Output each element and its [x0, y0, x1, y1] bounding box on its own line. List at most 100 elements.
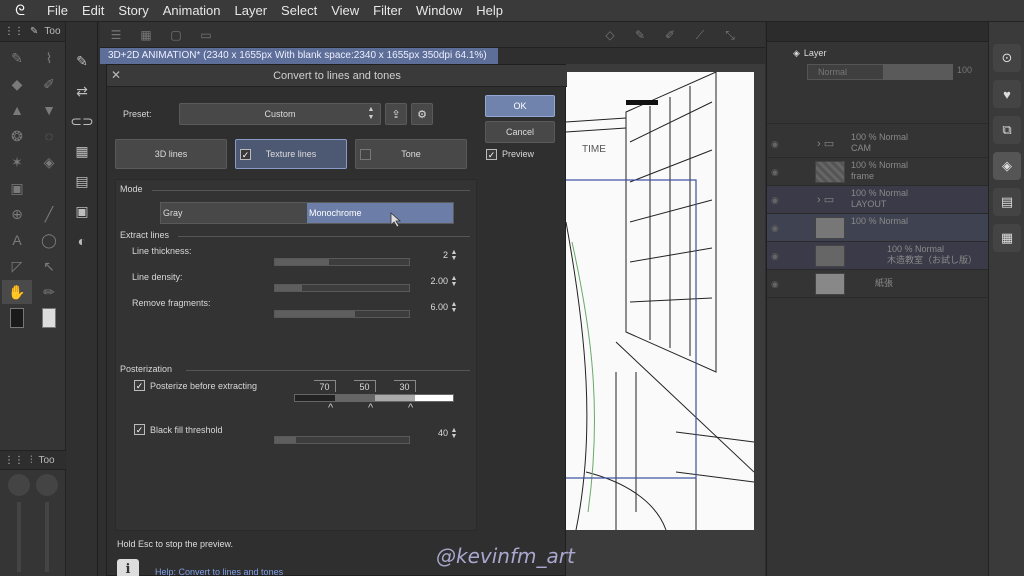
eraser-tool-icon[interactable]: ◆	[2, 72, 32, 96]
snap-icon[interactable]: ⤡	[720, 26, 740, 44]
menu-help[interactable]: Help	[469, 0, 510, 22]
menu-file[interactable]: File	[40, 0, 75, 22]
tab-tone[interactable]: Tone	[355, 139, 467, 169]
eye-icon[interactable]: ◉	[771, 167, 785, 177]
menu-layer[interactable]: Layer	[228, 0, 275, 22]
line-thickness-value[interactable]: 2	[418, 250, 448, 260]
line-density-value[interactable]: 2.00	[418, 276, 448, 286]
navigator-icon[interactable]: ⊙	[993, 44, 1021, 72]
grid-icon[interactable]: ▦	[136, 26, 156, 44]
brush-tool-icon[interactable]: ✐	[34, 72, 64, 96]
eyedropper-tool-icon[interactable]: ⌇	[34, 46, 64, 70]
save-preset-icon[interactable]: ⇪	[385, 103, 407, 125]
gradient-tool-icon[interactable]: ▣	[2, 176, 32, 200]
frame-icon[interactable]: ▣	[66, 196, 98, 226]
mode-gray-option[interactable]: Gray	[161, 203, 307, 223]
open-icon[interactable]: ▭	[196, 26, 216, 44]
grip-icon[interactable]: ⋮⋮	[4, 22, 24, 41]
adjust-icon[interactable]: ⇄	[66, 76, 98, 106]
size-slider[interactable]	[17, 502, 21, 572]
eye-icon[interactable]: ◉	[771, 195, 785, 205]
tone-checkbox[interactable]	[360, 149, 371, 160]
drops-icon[interactable]: ◐	[66, 226, 98, 256]
help-link[interactable]: Help: Convert to lines and tones	[155, 567, 283, 576]
remove-fragments-value[interactable]: 6.00	[418, 302, 448, 312]
ruler-icon[interactable]: ⟋	[690, 26, 710, 44]
app-logo-icon[interactable]: ᘓ	[0, 0, 40, 22]
black-fill-spin-icon[interactable]: ▲ ▼	[450, 427, 458, 440]
level-70[interactable]: 70	[314, 380, 336, 392]
eye-icon[interactable]: ◉	[771, 223, 785, 233]
remove-fragments-slider[interactable]	[274, 310, 410, 318]
level-50[interactable]: 50	[354, 380, 376, 392]
main-color-swatch[interactable]	[2, 306, 32, 330]
close-icon[interactable]: ✕	[111, 68, 125, 82]
zoom-tool-icon[interactable]: ⊕	[2, 202, 32, 226]
layer-icon[interactable]: ▦	[66, 136, 98, 166]
document-tab[interactable]: 3D+2D ANIMATION* (2340 x 1655px With bla…	[100, 48, 498, 64]
preview-checkbox[interactable]: ✓	[486, 149, 497, 160]
layer-opacity-slider[interactable]	[883, 64, 953, 80]
preset-settings-icon[interactable]: ⚙	[411, 103, 433, 125]
eye-icon[interactable]: ◉	[771, 251, 785, 261]
layer-tab[interactable]: ◈ Layer	[789, 44, 830, 62]
layer-row-3d[interactable]: ◉ 100 % Normal 木造教室（お試し版）	[767, 242, 989, 270]
ok-button[interactable]: OK	[485, 95, 555, 117]
menu-filter[interactable]: Filter	[366, 0, 409, 22]
menu-edit[interactable]: Edit	[75, 0, 111, 22]
line-density-spin-icon[interactable]: ▲ ▼	[450, 275, 458, 288]
operation-tool-icon[interactable]: ✏	[34, 280, 64, 304]
cancel-button[interactable]: Cancel	[485, 121, 555, 143]
airbrush-tool-icon[interactable]: ▼	[34, 98, 64, 122]
folder-icon[interactable]: › ▭	[817, 137, 834, 150]
pen-tool-icon[interactable]: ✎	[2, 46, 32, 70]
select-arrow-icon[interactable]: ↖	[34, 254, 64, 278]
grid-icon[interactable]: ▤	[66, 166, 98, 196]
eye-icon[interactable]: ◉	[771, 139, 785, 149]
transform-icon[interactable]: ◇	[600, 26, 620, 44]
sliders-icon[interactable]: ⫶	[30, 451, 33, 469]
layer-row-selected[interactable]: ◉ 100 % Normal	[767, 214, 989, 242]
line-thickness-slider[interactable]	[274, 258, 410, 266]
pen-settings-icon[interactable]: ✎	[66, 46, 98, 76]
balloon-tool-icon[interactable]: ◯	[34, 228, 64, 252]
sub-color-swatch[interactable]	[34, 306, 64, 330]
level-30[interactable]: 30	[394, 380, 416, 392]
new-icon[interactable]: ▢	[166, 26, 186, 44]
pen-icon[interactable]: ✎	[630, 26, 650, 44]
tool-tab-label[interactable]: Too	[44, 22, 60, 41]
layer-row-paper[interactable]: ◉ 紙張	[767, 270, 989, 298]
layers-icon[interactable]: ◈	[993, 152, 1021, 180]
posterize-level-bar[interactable]	[294, 394, 454, 402]
lasso-tool-icon[interactable]: ◌	[34, 124, 64, 148]
texture-lines-checkbox[interactable]: ✓	[240, 149, 251, 160]
black-fill-value[interactable]: 40	[418, 428, 448, 438]
hand-tool-icon[interactable]: ✋	[2, 280, 32, 304]
preset-select[interactable]: Custom ▲ ▼	[179, 103, 381, 125]
mode-monochrome-option[interactable]: Monochrome	[307, 203, 453, 223]
link-icon[interactable]: ⊂⊃	[66, 106, 98, 136]
pen-tab-icon[interactable]: ✎	[30, 22, 38, 41]
menu-story[interactable]: Story	[111, 0, 155, 22]
brush-size-button[interactable]	[8, 474, 30, 496]
blend-tool-icon[interactable]: ❂	[2, 124, 32, 148]
sub-tool-tab-label[interactable]: Too	[39, 451, 55, 469]
layer-row-cam[interactable]: ◉ › ▭ 100 % Normal CAM	[767, 130, 989, 158]
color-set-icon[interactable]: ♥	[993, 80, 1021, 108]
tab-3d-lines[interactable]: 3D lines	[115, 139, 227, 169]
line-tool-icon[interactable]: ╱	[34, 202, 64, 226]
remove-fragments-spin-icon[interactable]: ▲ ▼	[450, 301, 458, 314]
canvas-preview[interactable]: TIME	[566, 72, 754, 530]
black-fill-slider[interactable]	[274, 436, 410, 444]
posterize-checkbox[interactable]: ✓	[134, 380, 145, 391]
brush-size-button[interactable]	[36, 474, 58, 496]
menu-select[interactable]: Select	[274, 0, 324, 22]
menu-view[interactable]: View	[324, 0, 366, 22]
fill-tool-icon[interactable]: ▲	[2, 98, 32, 122]
bucket-tool-icon[interactable]: ◈	[34, 150, 64, 174]
layer-row-layout[interactable]: ◉ › ▭ 100 % Normal LAYOUT	[767, 186, 989, 214]
brush-icon[interactable]: ✐	[660, 26, 680, 44]
layer-property-icon[interactable]: ▤	[993, 188, 1021, 216]
frame-tool-icon[interactable]: ◸	[2, 254, 32, 278]
menu-window[interactable]: Window	[409, 0, 469, 22]
